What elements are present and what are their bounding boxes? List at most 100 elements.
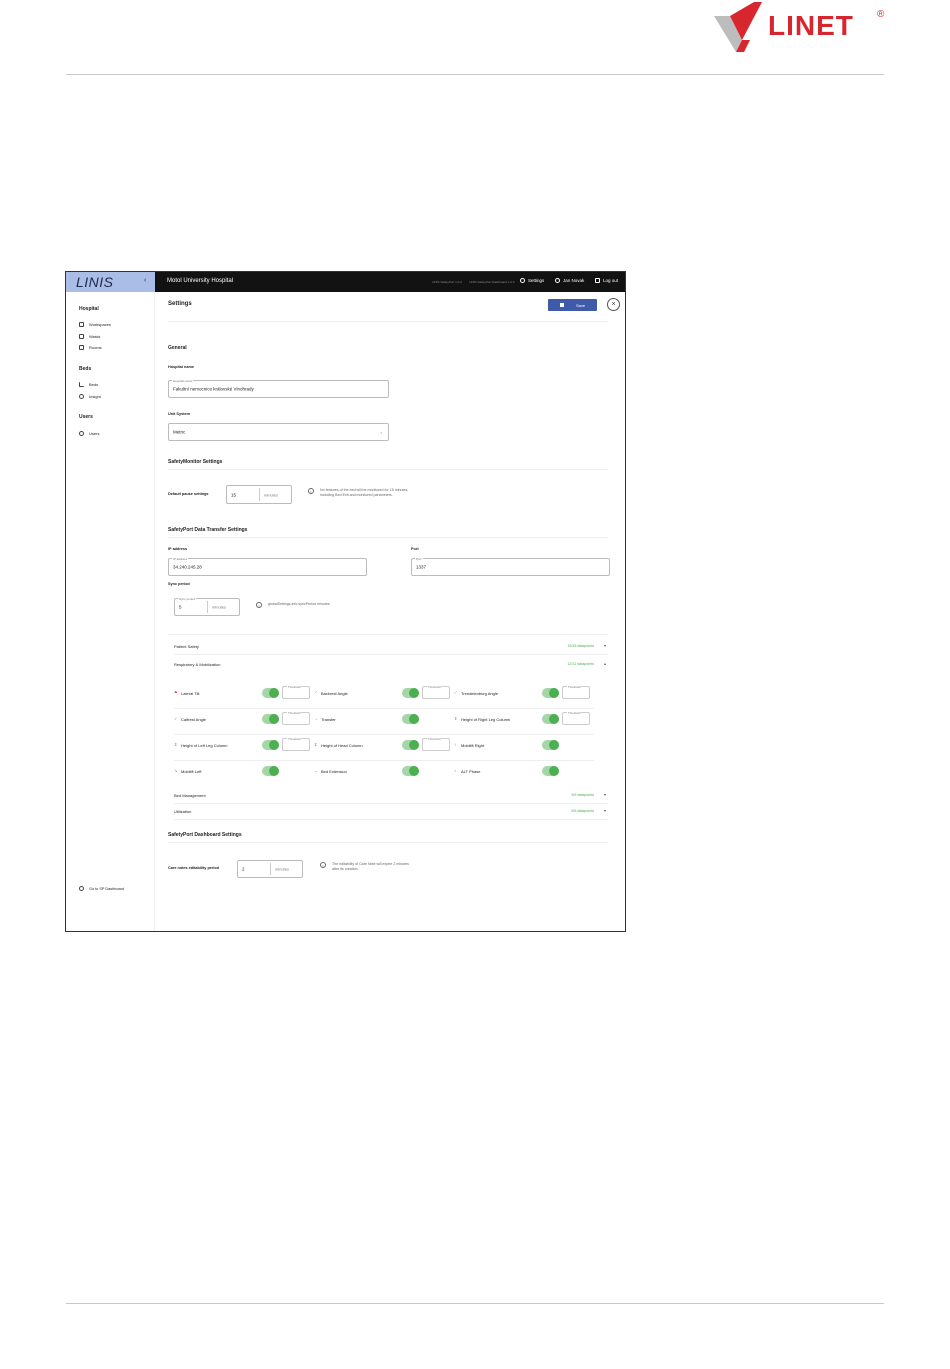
- app-screenshot: LINIS ‹ Motol University Hospital LINIS …: [65, 271, 626, 932]
- datapoint-name: Mobilift Left: [181, 769, 202, 774]
- accordion-bed-management[interactable]: Bed Management 9/9 datapoints ▾: [174, 788, 608, 804]
- datapoint-item: ↑ Mobilift Right: [454, 734, 594, 760]
- sync-info: i globalSettings.info.syncPeriod minutes: [256, 602, 330, 608]
- datapoint-name: Height of Right Leg Column: [461, 717, 511, 722]
- settings-panel: Settings Save × General Hospital name Ho…: [155, 292, 625, 931]
- accordion-patient-safety[interactable]: Patient Safety 15/15 datapoints ▾: [174, 639, 608, 655]
- go-to-dashboard-link[interactable]: Go to SP Dashboard: [79, 886, 124, 891]
- toggle-knob: [549, 740, 559, 750]
- version-safetyport: LINIS SafetyPort 1.0.0: [432, 280, 462, 284]
- user-icon: [79, 431, 84, 436]
- version-dashboard: LINIS SafetyPort Dashboard 1.0.0: [469, 280, 515, 284]
- datapoint-item: ↔ Bed Extension: [314, 760, 454, 786]
- port-input[interactable]: Port 1337: [411, 557, 610, 576]
- nav-logout[interactable]: Log out: [595, 278, 618, 283]
- ip-input[interactable]: IP address 34.240.245.28: [168, 557, 367, 576]
- user-icon: [555, 278, 560, 283]
- threshold-input[interactable]: Threshold: [422, 685, 450, 699]
- care-notes-input[interactable]: 2 minutes: [237, 860, 303, 878]
- datapoint-toggle[interactable]: [542, 688, 559, 698]
- toggle-knob: [549, 766, 559, 776]
- toggle-knob: [409, 688, 419, 698]
- top-bar: LINIS ‹ Motol University Hospital LINIS …: [66, 272, 625, 292]
- datapoint-toggle[interactable]: [402, 688, 419, 698]
- threshold-label: Threshold: [287, 711, 302, 715]
- linet-logo-text: LINET: [768, 10, 854, 41]
- datapoint-toggle[interactable]: [262, 688, 279, 698]
- hospital-name-label: Hospital name: [168, 365, 194, 369]
- document-page: LINET ® LINIS ‹ Motol University Hospita…: [0, 0, 950, 1369]
- datapoint-item: ↕ ALT Phase: [454, 760, 594, 786]
- datapoint-toggle[interactable]: [262, 740, 279, 750]
- sidebar-section-beds: Beds: [79, 366, 92, 372]
- datapoint-name: Backrest Angle: [321, 691, 348, 696]
- sync-input[interactable]: Sync period 5 minutes: [174, 597, 240, 616]
- datapoint-name: Calfrest Angle: [181, 717, 206, 722]
- logout-icon: [595, 278, 600, 283]
- datapoint-icon: ↘: [174, 768, 178, 773]
- datapoint-toggle[interactable]: [402, 714, 419, 724]
- threshold-label: Threshold: [287, 685, 302, 689]
- dashboard-icon: [79, 886, 84, 891]
- datapoint-icon: ✓: [174, 716, 178, 721]
- insight-icon: [79, 394, 84, 399]
- title-divider: [168, 321, 608, 322]
- toggle-knob: [269, 714, 279, 724]
- datapoint-toggle[interactable]: [402, 766, 419, 776]
- datapoint-toggle[interactable]: [402, 740, 419, 750]
- threshold-label: Threshold: [427, 737, 442, 741]
- datapoint-toggle[interactable]: [262, 766, 279, 776]
- threshold-input[interactable]: Threshold: [422, 737, 450, 751]
- brand-name: LINIS: [76, 274, 114, 290]
- nav-user[interactable]: Jan Novak: [555, 278, 584, 283]
- sidebar-section-hospital: Hospital: [79, 306, 99, 312]
- toggle-knob: [549, 714, 559, 724]
- datapoint-item: ✓ Calfrest Angle Threshold: [174, 708, 314, 734]
- transfer-divider: [168, 537, 608, 538]
- threshold-input[interactable]: Threshold: [282, 737, 310, 751]
- threshold-input[interactable]: Threshold: [282, 711, 310, 725]
- datapoint-item: → Transfer: [314, 708, 454, 734]
- save-button[interactable]: Save: [548, 299, 597, 311]
- datapoint-item: ⇕ Height of Left Leg Column Threshold: [174, 734, 314, 760]
- threshold-label: Threshold: [287, 737, 302, 741]
- datapoint-toggle[interactable]: [542, 740, 559, 750]
- sidebar-item-users[interactable]: Users: [79, 431, 99, 436]
- sidebar-item-beds[interactable]: Beds: [79, 382, 98, 387]
- datapoint-name: Height of Left Leg Column: [181, 743, 228, 748]
- threshold-input[interactable]: Threshold: [562, 711, 590, 725]
- hospital-name-input[interactable]: Hospital name Fakultní nemocnice královs…: [168, 379, 389, 398]
- collapse-chevron-icon[interactable]: ‹: [144, 277, 146, 284]
- pause-input[interactable]: 15 minutes: [226, 485, 292, 504]
- page-title: Settings: [168, 301, 192, 307]
- sidebar-item-wards[interactable]: Wards: [79, 334, 100, 339]
- datapoint-name: Trendelenburg Angle: [461, 691, 498, 696]
- toggle-knob: [269, 740, 279, 750]
- datapoint-icon: ⚑: [174, 690, 178, 695]
- threshold-input[interactable]: Threshold: [562, 685, 590, 699]
- nav-settings[interactable]: Settings: [520, 278, 544, 283]
- toggle-knob: [269, 688, 279, 698]
- threshold-input[interactable]: Threshold: [282, 685, 310, 699]
- accordion-utilization[interactable]: Utilization 5/5 datapoints ▾: [174, 804, 608, 820]
- sidebar-item-insight[interactable]: Insight: [79, 394, 101, 399]
- brand-panel[interactable]: LINIS ‹: [66, 272, 155, 292]
- datapoint-item: ⇕ Height of Head Column Threshold: [314, 734, 454, 760]
- datapoint-toggle[interactable]: [542, 766, 559, 776]
- close-button[interactable]: ×: [607, 298, 620, 311]
- sidebar-item-rooms[interactable]: Rooms: [79, 345, 102, 350]
- datapoint-item: ↘ Mobilift Left: [174, 760, 314, 786]
- datapoint-toggle[interactable]: [542, 714, 559, 724]
- safetymonitor-divider: [168, 469, 608, 470]
- grid-row-divider: [174, 734, 594, 735]
- datapoint-icon: ⇕: [174, 742, 178, 747]
- grid-row-divider: [174, 708, 594, 709]
- grid-row-divider: [174, 760, 594, 761]
- unit-system-select[interactable]: Metric ⌄: [168, 423, 389, 441]
- toggle-knob: [409, 714, 419, 724]
- info-icon: i: [256, 602, 262, 608]
- sidebar-item-workspaces[interactable]: Workspaces: [79, 322, 111, 327]
- accordion-respiratory[interactable]: Respiratory & Mobilization 12/12 datapoi…: [174, 657, 608, 673]
- datapoint-toggle[interactable]: [262, 714, 279, 724]
- header-rule: [66, 74, 884, 75]
